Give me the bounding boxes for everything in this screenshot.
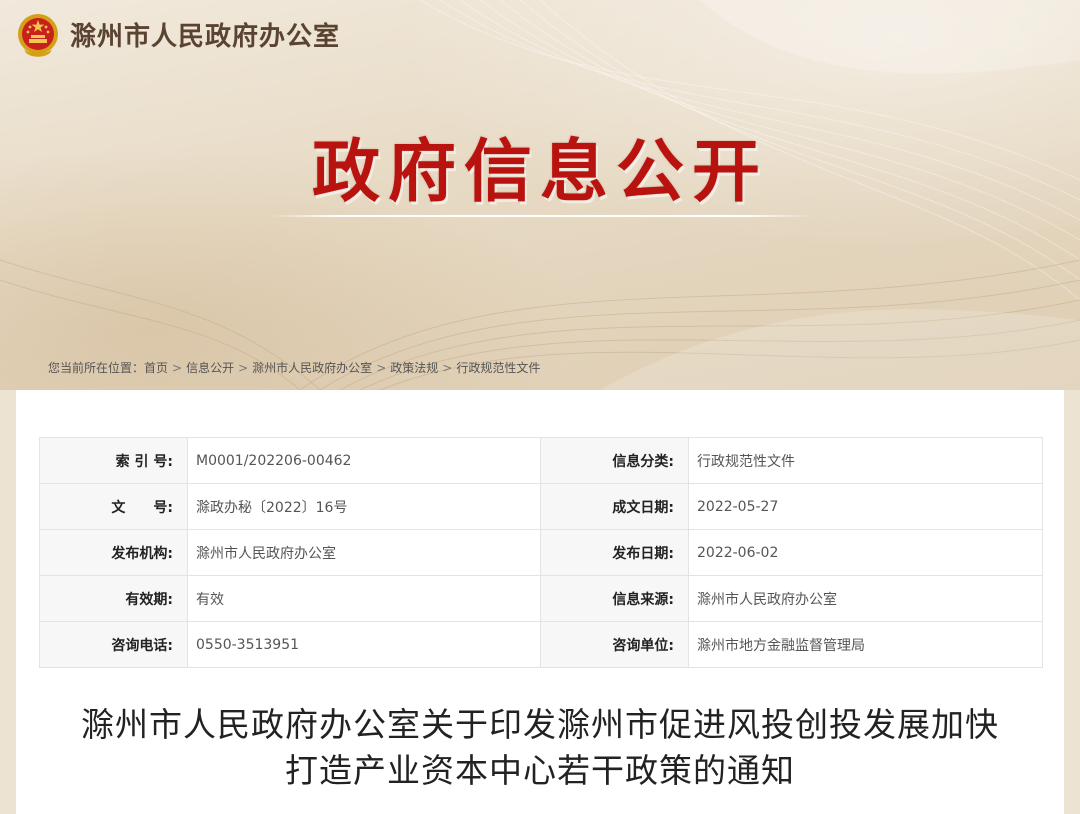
meta-value: 行政规范性文件	[688, 437, 1043, 484]
breadcrumb-separator: >	[172, 361, 183, 375]
meta-key: 发布日期:	[540, 529, 689, 576]
metadata-table: 索 引 号: M0001/202206-00462 信息分类: 行政规范性文件 …	[39, 437, 1043, 668]
meta-value: 2022-06-02	[688, 529, 1043, 576]
table-row: 文 号: 滁政办秘〔2022〕16号 成文日期: 2022-05-27	[39, 483, 1043, 530]
meta-value: 0550-3513951	[187, 621, 541, 668]
meta-key: 信息分类:	[540, 437, 689, 484]
document-title-line-2: 打造产业资本中心若干政策的通知	[285, 751, 795, 790]
meta-key: 咨询电话:	[39, 621, 188, 668]
meta-value: 有效	[187, 575, 541, 622]
meta-value: 滁州市人民政府办公室	[187, 529, 541, 576]
table-row: 咨询电话: 0550-3513951 咨询单位: 滁州市地方金融监督管理局	[39, 621, 1043, 668]
breadcrumb-separator: >	[376, 361, 387, 375]
national-emblem-icon	[18, 14, 58, 57]
meta-key: 发布机构:	[39, 529, 188, 576]
meta-value: 滁政办秘〔2022〕16号	[187, 483, 541, 530]
header-banner: 滁州市人民政府办公室 政府信息公开 您当前所在位置：首页 > 信息公开 > 滁州市人民政…	[0, 0, 1080, 390]
meta-key: 有效期:	[39, 575, 188, 622]
breadcrumb-separator: >	[238, 361, 249, 375]
meta-key: 成文日期:	[540, 483, 689, 530]
meta-key: 索 引 号:	[39, 437, 188, 484]
meta-key: 文 号:	[39, 483, 188, 530]
table-row: 发布机构: 滁州市人民政府办公室 发布日期: 2022-06-02	[39, 529, 1043, 576]
meta-value: 滁州市人民政府办公室	[688, 575, 1043, 622]
site-title[interactable]: 滁州市人民政府办公室	[70, 18, 340, 56]
meta-value: 滁州市地方金融监督管理局	[688, 621, 1043, 668]
meta-key: 咨询单位:	[540, 621, 689, 668]
breadcrumb-link-office[interactable]: 滁州市人民政府办公室	[252, 361, 372, 375]
meta-value: 2022-05-27	[688, 483, 1043, 530]
hero-title: 政府信息公开	[311, 132, 768, 212]
content-panel: 索 引 号: M0001/202206-00462 信息分类: 行政规范性文件 …	[16, 390, 1064, 814]
hero-underline	[270, 215, 812, 217]
meta-value: M0001/202206-00462	[187, 437, 541, 484]
breadcrumb-link-home[interactable]: 首页	[144, 361, 168, 375]
breadcrumb-link-normative[interactable]: 行政规范性文件	[456, 361, 540, 375]
document-title: 滁州市人民政府办公室关于印发滁州市促进风投创投发展加快 打造产业资本中心若干政策…	[16, 702, 1064, 794]
breadcrumb-separator: >	[442, 361, 453, 375]
document-title-line-1: 滁州市人民政府办公室关于印发滁州市促进风投创投发展加快	[81, 705, 999, 744]
meta-key: 信息来源:	[540, 575, 689, 622]
breadcrumb-link-info[interactable]: 信息公开	[186, 361, 234, 375]
breadcrumb-link-policy[interactable]: 政策法规	[390, 361, 438, 375]
breadcrumb: 您当前所在位置：首页 > 信息公开 > 滁州市人民政府办公室 > 政策法规 > 行政规范性文件	[48, 359, 540, 377]
table-row: 索 引 号: M0001/202206-00462 信息分类: 行政规范性文件	[39, 437, 1043, 484]
table-row: 有效期: 有效 信息来源: 滁州市人民政府办公室	[39, 575, 1043, 622]
breadcrumb-prefix: 您当前所在位置：	[48, 361, 145, 375]
